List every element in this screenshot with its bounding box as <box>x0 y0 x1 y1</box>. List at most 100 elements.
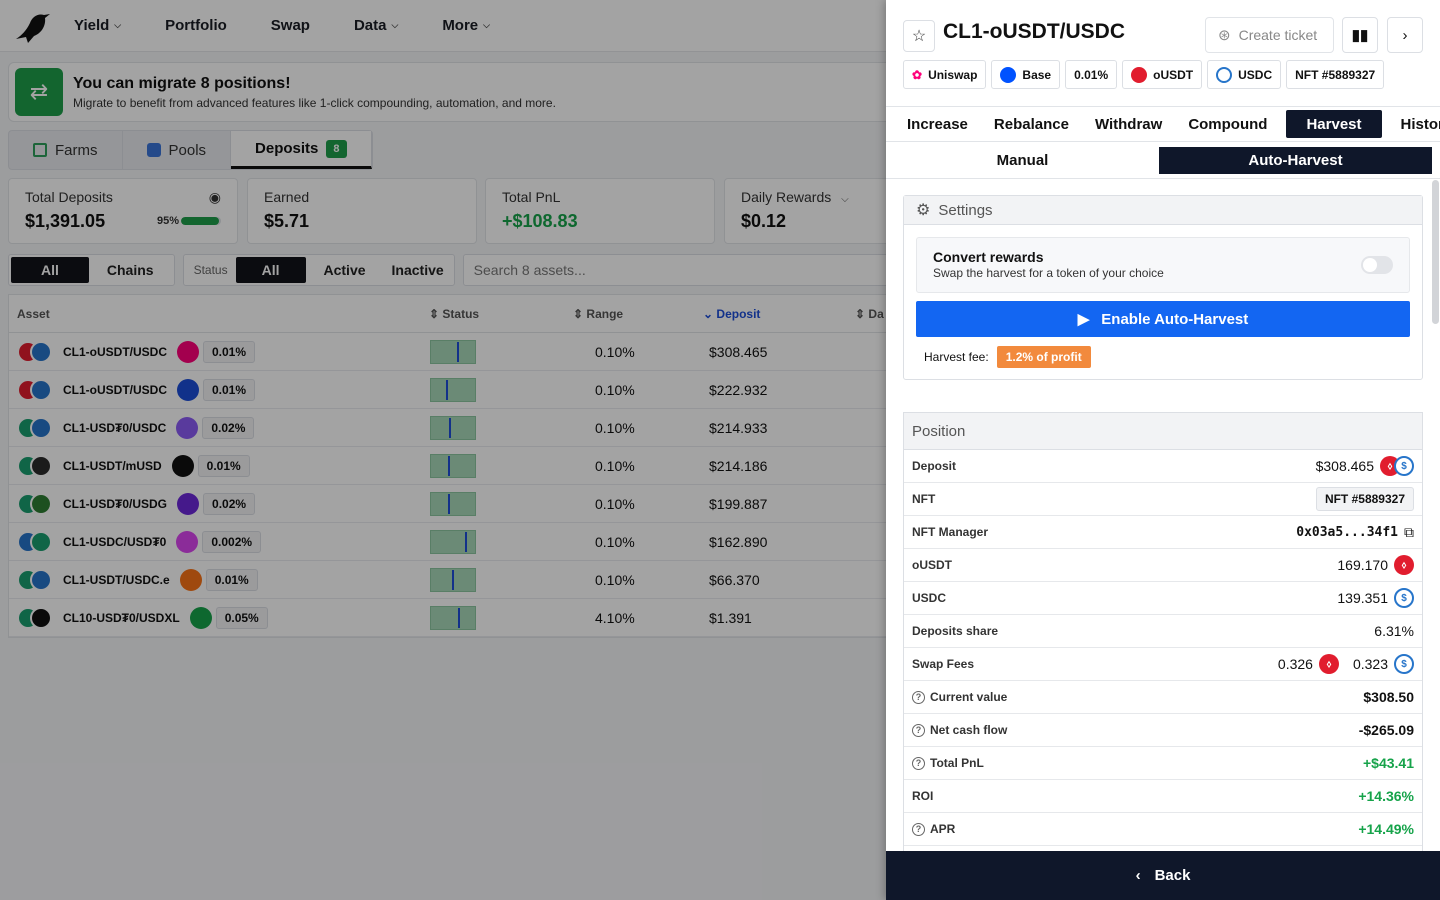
help-icon[interactable]: ? <box>912 690 925 704</box>
table-row[interactable]: CL10-USD₮0/USDXL 0.05% 4.10% $1.391 <box>9 599 886 637</box>
range-cell: 4.10% <box>595 610 635 626</box>
nav-swap[interactable]: Swap <box>271 17 310 34</box>
nav-more[interactable]: More ⌵ <box>442 17 490 34</box>
header-asset[interactable]: Asset <box>17 307 50 321</box>
migrate-banner[interactable]: ⇄ You can migrate 8 positions! Migrate t… <box>8 62 886 122</box>
table-row[interactable]: CL1-oUSDT/USDC 0.01% 0.10% $308.465 <box>9 333 886 371</box>
range-status-bar <box>430 416 476 440</box>
eye-icon[interactable]: ◉ <box>209 189 221 206</box>
range-status-bar <box>430 454 476 478</box>
tab-history[interactable]: History <box>1388 110 1440 138</box>
row-token1: USDC 139.351 $ <box>904 582 1422 615</box>
settings-section: ⚙ Settings Convert rewards Swap the harve… <box>903 195 1423 380</box>
deposits-table: Asset ⇕ Status ⇕ Range ⌄ Deposit ⇕ Da CL… <box>8 294 886 638</box>
create-ticket-button[interactable]: ⊛ Create ticket <box>1205 17 1334 53</box>
header-status[interactable]: ⇕ Status <box>429 307 479 321</box>
enable-auto-harvest-button[interactable]: ▶ Enable Auto-Harvest <box>916 301 1410 337</box>
token-pair-icon <box>17 454 57 478</box>
help-icon[interactable]: ? <box>912 756 925 770</box>
filter-inactive[interactable]: Inactive <box>384 257 452 283</box>
tab-farms[interactable]: Farms <box>9 131 123 169</box>
table-row[interactable]: CL1-USDT/mUSD 0.01% 0.10% $214.186 <box>9 447 886 485</box>
chip-chain[interactable]: Base <box>991 60 1061 89</box>
asset-name: CL10-USD₮0/USDXL <box>63 611 180 625</box>
nft-manager-address[interactable]: 0x03a5...34f1 <box>1296 525 1398 540</box>
range-status-bar <box>430 492 476 516</box>
filter-status-all[interactable]: All <box>235 257 306 283</box>
chevron-down-icon: ⌵ <box>114 20 122 30</box>
header-daily[interactable]: ⇕ Da <box>855 307 884 321</box>
tab-withdraw[interactable]: Withdraw <box>1082 110 1175 138</box>
range-cell: 0.10% <box>595 496 635 512</box>
header-range[interactable]: ⇕ Range <box>573 307 623 321</box>
range-cell: 0.10% <box>595 420 635 436</box>
row-apr: ? APR +14.49% <box>904 813 1422 846</box>
tab-increase[interactable]: Increase <box>894 110 981 138</box>
chain-icon <box>177 493 200 515</box>
external-link-icon[interactable]: ⧉ <box>1404 524 1414 541</box>
chip-token0[interactable]: oUSDT <box>1122 60 1203 89</box>
usdc-icon: $ <box>1394 654 1414 674</box>
convert-rewards-toggle[interactable] <box>1361 256 1393 274</box>
chip-dex[interactable]: ✿ Uniswap <box>903 60 987 89</box>
star-icon[interactable]: ☆ <box>903 20 935 52</box>
range-status-bar <box>430 378 476 402</box>
table-row[interactable]: CL1-USDT/USDC.e 0.01% 0.10% $66.370 <box>9 561 886 599</box>
tab-manual[interactable]: Manual <box>886 143 1159 178</box>
token-pair-icon <box>17 606 57 630</box>
tab-compound[interactable]: Compound <box>1175 110 1280 138</box>
nav-portfolio[interactable]: Portfolio <box>165 17 227 34</box>
tab-rebalance[interactable]: Rebalance <box>981 110 1082 138</box>
help-icon[interactable]: ? <box>912 822 925 836</box>
panel-scrollbar[interactable] <box>1432 180 1439 324</box>
chain-icon <box>176 417 199 439</box>
tab-auto-harvest[interactable]: Auto-Harvest <box>1159 147 1432 174</box>
filter-all-chains[interactable]: All <box>11 257 89 283</box>
fee-pill: 0.05% <box>215 607 268 629</box>
table-row[interactable]: CL1-USDC/USD₮0 0.002% 0.10% $162.890 <box>9 523 886 561</box>
migrate-icon: ⇄ <box>15 68 63 116</box>
search-input[interactable]: Search 8 assets... <box>462 254 886 286</box>
ousdt-icon: ⬨ <box>1318 654 1339 674</box>
chip-fee: 0.01% <box>1065 60 1118 89</box>
nft-pill[interactable]: NFT #5889327 <box>1315 487 1414 511</box>
uniswap-icon: ✿ <box>912 67 923 82</box>
status-cell <box>430 409 476 447</box>
filter-chains[interactable]: Chains <box>89 257 172 283</box>
chart-button[interactable]: ▮▮ <box>1342 17 1378 53</box>
chain-icon <box>177 379 199 401</box>
back-button[interactable]: ‹ Back <box>886 851 1440 900</box>
logo-bird-icon[interactable] <box>12 9 52 43</box>
range-cell: 0.10% <box>595 344 635 360</box>
harvest-fee-badge: 1.2% of profit <box>996 346 1091 368</box>
token-pair-icon <box>17 378 57 402</box>
position-type-tabs: Farms Pools Deposits 8 <box>8 130 373 170</box>
chain-icon <box>176 531 199 553</box>
chevron-down-icon: ⌵ <box>841 194 849 205</box>
table-row[interactable]: CL1-USD₮0/USDC 0.02% 0.10% $214.933 <box>9 409 886 447</box>
nav-yield[interactable]: Yield ⌵ <box>74 17 121 34</box>
chevron-left-icon: ‹ <box>1135 867 1141 884</box>
table-row[interactable]: CL1-USD₮0/USDG 0.02% 0.10% $199.887 <box>9 485 886 523</box>
help-icon[interactable]: ? <box>912 723 925 737</box>
nav-data[interactable]: Data ⌵ <box>354 17 398 34</box>
asset-name: CL1-oUSDT/USDC <box>63 383 167 397</box>
filter-active[interactable]: Active <box>306 257 384 283</box>
stat-daily-rewards[interactable]: Daily Rewards ⌵ $0.12 <box>724 178 886 244</box>
tab-pools[interactable]: Pools <box>123 131 232 169</box>
status-cell <box>430 599 476 637</box>
chip-nft[interactable]: NFT #5889327 <box>1286 60 1385 89</box>
stat-earned: Earned $5.71 <box>247 178 477 244</box>
ousdt-icon <box>1131 66 1148 83</box>
row-current-value: ? Current value $308.50 <box>904 681 1422 714</box>
table-row[interactable]: CL1-oUSDT/USDC 0.01% 0.10% $222.932 <box>9 371 886 409</box>
deposit-cell: $222.932 <box>709 382 768 398</box>
chip-token1[interactable]: USDC <box>1207 60 1282 89</box>
row-net-cash-flow: ? Net cash flow -$265.09 <box>904 714 1422 747</box>
header-deposit[interactable]: ⌄ Deposit <box>703 307 760 321</box>
tab-harvest[interactable]: Harvest <box>1286 110 1382 138</box>
tab-deposits[interactable]: Deposits 8 <box>231 131 372 169</box>
next-button[interactable]: › <box>1387 17 1423 53</box>
fee-pill: 0.02% <box>203 493 256 515</box>
row-nft-manager: NFT Manager 0x03a5...34f1 ⧉ <box>904 516 1422 549</box>
